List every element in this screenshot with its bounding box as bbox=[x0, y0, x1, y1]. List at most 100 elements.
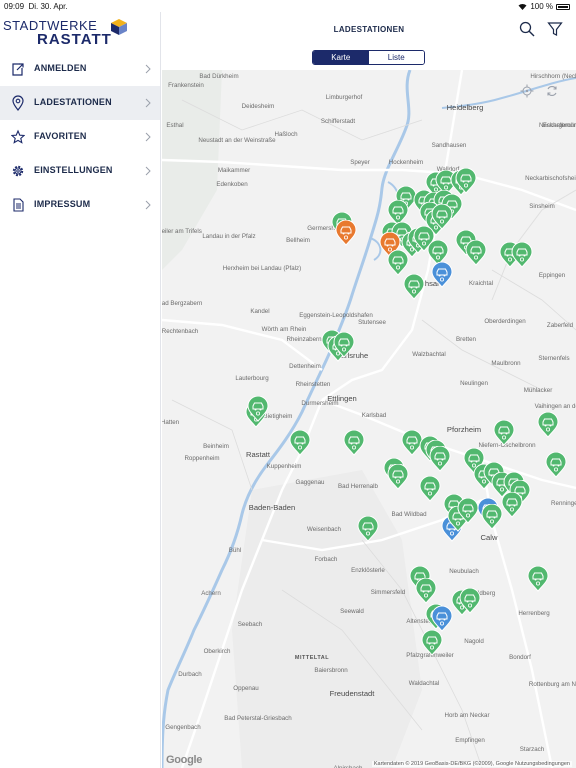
charging-station-pin-green[interactable] bbox=[465, 240, 487, 266]
town-label: Wörth am Rhein bbox=[261, 326, 307, 333]
charging-station-pin-green[interactable] bbox=[455, 168, 477, 194]
town-label: Schifferstadt bbox=[320, 118, 356, 125]
status-time: 09:09 Di. 30. Apr. bbox=[4, 2, 68, 11]
map-attribution[interactable]: Kartendaten © 2019 GeoBasis-DE/BKG (©200… bbox=[371, 761, 572, 767]
town-label: Bellheim bbox=[286, 237, 310, 244]
charging-station-pin-green[interactable] bbox=[511, 242, 533, 268]
charging-station-pin-green[interactable] bbox=[481, 504, 503, 530]
town-label: Rheinstetten bbox=[295, 381, 331, 388]
town-label: Kandel bbox=[250, 308, 270, 315]
battery-percent: 100 % bbox=[530, 2, 553, 11]
charging-station-pin-green[interactable] bbox=[421, 630, 443, 656]
town-label: Seewald bbox=[340, 608, 364, 615]
chevron-right-icon bbox=[145, 200, 151, 210]
charging-station-pin-green[interactable] bbox=[415, 578, 437, 604]
town-label: Maulbronn bbox=[491, 360, 521, 367]
town-label: Bad Dürkheim bbox=[199, 73, 239, 80]
charging-station-pin-green[interactable] bbox=[459, 588, 481, 614]
search-icon[interactable] bbox=[519, 21, 535, 37]
sidebar-item-label: FAVORITEN bbox=[34, 131, 87, 141]
content-header: LADESTATIONEN Karte Liste bbox=[162, 12, 576, 70]
chevron-right-icon bbox=[145, 132, 151, 142]
town-label: Achern bbox=[201, 590, 221, 597]
charging-station-pin-green[interactable] bbox=[493, 420, 515, 446]
view-toggle: Karte Liste bbox=[312, 50, 425, 65]
town-label: Dettenheim bbox=[289, 363, 321, 370]
town-label: Pforzheim bbox=[446, 425, 482, 434]
town-label: Rechtenbach bbox=[162, 328, 199, 335]
town-label: Waldachtal bbox=[408, 680, 440, 687]
sidebar-item-einstellungen[interactable]: EINSTELLUNGEN bbox=[0, 154, 160, 188]
charging-station-pin-green[interactable] bbox=[343, 430, 365, 456]
charging-station-pin-orange[interactable] bbox=[335, 220, 357, 246]
town-label: Roppenheim bbox=[184, 455, 220, 462]
town-label: Bretten bbox=[456, 336, 476, 343]
town-label: Nagold bbox=[464, 638, 484, 645]
charging-station-pin-green[interactable] bbox=[527, 566, 549, 592]
chevron-right-icon bbox=[145, 98, 151, 108]
charging-station-pin-green[interactable] bbox=[429, 446, 451, 472]
filter-icon[interactable] bbox=[547, 21, 563, 37]
town-label: Landau in der Pfalz bbox=[202, 233, 256, 240]
charging-station-pin-blue[interactable] bbox=[431, 262, 453, 288]
town-label: Maikammer bbox=[217, 167, 251, 174]
town-label: Sandhausen bbox=[431, 142, 467, 149]
town-label: Bad Peterstal-Griesbach bbox=[224, 715, 292, 722]
charging-station-pin-green[interactable] bbox=[247, 396, 269, 422]
map-view[interactable]: Bad Dürkheim Frankenstein Limburgerhof Heid… bbox=[162, 70, 576, 768]
town-label: Bad Bergzabern bbox=[162, 300, 203, 307]
town-label: Vaihingen an der Enz bbox=[534, 403, 576, 410]
sidebar-item-label: IMPRESSUM bbox=[34, 199, 91, 209]
tab-liste[interactable]: Liste bbox=[368, 51, 424, 64]
town-label: MITTELTAL bbox=[294, 655, 330, 661]
sidebar-item-favoriten[interactable]: FAVORITEN bbox=[0, 120, 160, 154]
locate-me-icon[interactable] bbox=[520, 84, 534, 98]
town-label: Lauterbourg bbox=[235, 375, 269, 382]
town-label: Zaberfeld bbox=[546, 322, 574, 329]
town-label: Eschelbronn bbox=[542, 122, 576, 129]
charging-station-pin-green[interactable] bbox=[387, 464, 409, 490]
charging-station-pin-green[interactable] bbox=[419, 476, 441, 502]
status-indicators: 100 % bbox=[518, 2, 570, 11]
logo-cube-icon bbox=[111, 19, 127, 35]
town-label: Simmersfeld bbox=[370, 589, 406, 596]
sidebar-item-ladestationen[interactable]: LADESTATIONEN bbox=[0, 86, 160, 120]
refresh-icon[interactable] bbox=[545, 84, 559, 98]
star-icon bbox=[11, 129, 25, 144]
charging-station-pin-green[interactable] bbox=[501, 492, 523, 518]
charging-station-pin-blue[interactable] bbox=[431, 606, 453, 632]
charging-station-pin-green[interactable] bbox=[387, 250, 409, 276]
town-label: Kuppenheim bbox=[266, 463, 302, 470]
town-label: Seebach bbox=[237, 621, 263, 628]
chevron-right-icon bbox=[145, 166, 151, 176]
town-label: Neulingen bbox=[460, 380, 488, 387]
town-label: Karlsbad bbox=[361, 412, 387, 419]
tab-karte[interactable]: Karte bbox=[313, 51, 369, 64]
charging-station-pin-green[interactable] bbox=[357, 516, 379, 542]
town-label: Kraichtal bbox=[468, 280, 494, 287]
town-label: Heidelberg bbox=[446, 103, 484, 112]
charging-station-pin-green[interactable] bbox=[457, 498, 479, 524]
town-label: Oppenau bbox=[233, 685, 259, 692]
location-pin-icon bbox=[12, 95, 24, 111]
town-label: Bad Herrenalb bbox=[338, 483, 378, 490]
charging-station-pin-green[interactable] bbox=[545, 452, 567, 478]
town-label: Walzbachtal bbox=[412, 351, 446, 358]
town-label: Neubulach bbox=[449, 568, 479, 575]
document-icon bbox=[13, 198, 24, 212]
town-label: Eppingen bbox=[538, 272, 566, 279]
sidebar-item-impressum[interactable]: IMPRESSUM bbox=[0, 188, 160, 222]
sidebar-item-label: ANMELDEN bbox=[34, 63, 87, 73]
town-label: Bad Wildbad bbox=[391, 511, 427, 518]
town-label: Neckarbischofsheim bbox=[525, 175, 576, 182]
town-label: Forbach bbox=[314, 556, 338, 563]
google-logo: Google bbox=[166, 754, 203, 766]
town-label: Annweiler am Trifels bbox=[162, 228, 202, 235]
charging-station-pin-green[interactable] bbox=[333, 332, 355, 358]
town-label: Gengenbach bbox=[165, 724, 201, 731]
sidebar-item-anmelden[interactable]: ANMELDEN bbox=[0, 52, 160, 86]
charging-station-pin-green[interactable] bbox=[403, 274, 425, 300]
charging-station-pin-green[interactable] bbox=[289, 430, 311, 456]
charging-station-pin-green[interactable] bbox=[537, 412, 559, 438]
town-label: Horb am Neckar bbox=[444, 712, 490, 719]
